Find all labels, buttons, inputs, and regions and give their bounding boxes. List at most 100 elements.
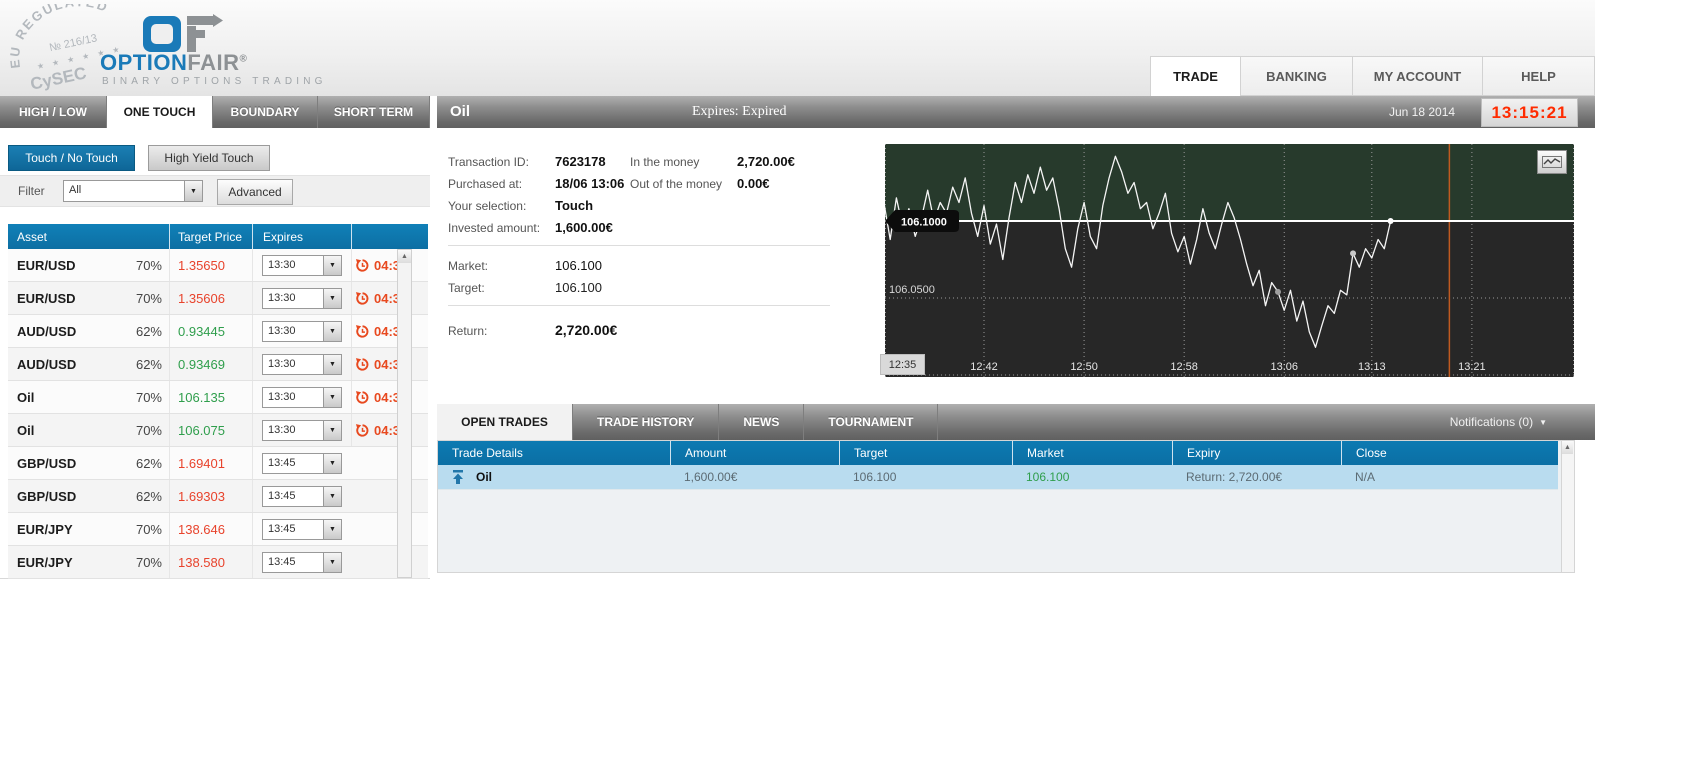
chevron-down-icon[interactable]: ▼: [184, 181, 202, 201]
target-price: 106.135: [178, 389, 225, 405]
countdown-clock-icon: [355, 390, 369, 404]
asset-row[interactable]: Oil 70% 106.075 13:30 ▼ 04:38: [8, 414, 428, 447]
logo-tagline: BINARY OPTIONS TRADING: [102, 76, 327, 87]
notifications-toggle[interactable]: Notifications (0) ▼: [1450, 404, 1595, 440]
countdown: 04:38: [351, 282, 428, 314]
chevron-down-icon[interactable]: ▼: [323, 552, 341, 572]
trade-asset: Oil: [476, 470, 493, 484]
target-price: 138.580: [178, 554, 225, 570]
selection-label: Your selection:: [448, 199, 527, 213]
target-price: 0.93445: [178, 323, 225, 339]
chevron-down-icon: ▼: [1539, 417, 1547, 427]
target-price: 1.35650: [178, 257, 225, 273]
current-date: Jun 18 2014: [1389, 105, 1456, 119]
high-yield-touch-button[interactable]: High Yield Touch: [148, 145, 270, 171]
asset-row[interactable]: GBP/USD 62% 1.69401 13:45 ▼: [8, 447, 428, 480]
line-chart-icon: [1542, 156, 1562, 168]
main-nav: TRADE BANKING MY ACCOUNT HELP: [1150, 56, 1595, 97]
touch-no-touch-button[interactable]: Touch / No Touch: [8, 145, 135, 171]
expiry-dropdown[interactable]: 13:45 ▼: [262, 551, 342, 573]
expiry-dropdown[interactable]: 13:45 ▼: [262, 518, 342, 540]
tab-tournament[interactable]: TOURNAMENT: [804, 404, 939, 440]
expiry-dropdown[interactable]: 13:30 ▼: [262, 353, 342, 375]
expiry-dropdown[interactable]: 13:45 ▼: [262, 485, 342, 507]
expiry-dropdown[interactable]: 13:30 ▼: [262, 287, 342, 309]
filter-label: Filter: [18, 184, 45, 198]
open-trades-header: Trade Details Amount Target Market Expir…: [438, 441, 1558, 465]
target-price: 1.69401: [178, 455, 225, 471]
tab-open-trades[interactable]: OPEN TRADES: [437, 404, 573, 440]
tab-short-term[interactable]: SHORT TERM: [318, 96, 430, 128]
nav-tab-trade[interactable]: TRADE: [1150, 56, 1240, 97]
asset-payout: 62%: [135, 323, 162, 339]
asset-payout: 62%: [135, 356, 162, 372]
target-value: 106.100: [555, 280, 602, 295]
nav-tab-banking[interactable]: BANKING: [1240, 56, 1352, 96]
chevron-down-icon[interactable]: ▼: [323, 387, 341, 407]
tab-trade-history[interactable]: TRADE HISTORY: [573, 404, 720, 440]
asset-row[interactable]: AUD/USD 62% 0.93469 13:30 ▼ 04:38: [8, 348, 428, 381]
chevron-down-icon[interactable]: ▼: [323, 486, 341, 506]
out-money-value: 0.00€: [737, 176, 770, 191]
trade-header-asset: Oil: [450, 103, 471, 120]
asset-name: GBP/USD: [17, 488, 77, 504]
asset-row[interactable]: EUR/JPY 70% 138.646 13:45 ▼: [8, 513, 428, 546]
expiry-dropdown[interactable]: 13:30 ▼: [262, 419, 342, 441]
nav-tab-help[interactable]: HELP: [1482, 56, 1595, 96]
open-trades-scrollbar[interactable]: ▲: [1561, 441, 1574, 572]
chevron-down-icon[interactable]: ▼: [323, 453, 341, 473]
countdown-clock-icon: [355, 423, 369, 437]
asset-payout: 70%: [135, 422, 162, 438]
asset-row[interactable]: Oil 70% 106.135 13:30 ▼ 04:38: [8, 381, 428, 414]
countdown-clock-icon: [355, 291, 369, 305]
asset-list-panel: Touch / No Touch High Yield Touch Filter…: [0, 128, 430, 579]
in-money-label: In the money: [630, 155, 700, 169]
asset-payout: 70%: [135, 257, 162, 273]
chevron-down-icon[interactable]: ▼: [323, 354, 341, 374]
chart-type-button[interactable]: [1537, 150, 1567, 174]
asset-row[interactable]: EUR/JPY 70% 138.580 13:45 ▼: [8, 546, 428, 579]
expiry-dropdown[interactable]: 13:30 ▼: [262, 320, 342, 342]
asset-payout: 70%: [135, 290, 162, 306]
trade-market: 106.100: [1026, 470, 1070, 484]
countdown-clock-icon: [355, 357, 369, 371]
divider: [448, 305, 830, 306]
chevron-down-icon[interactable]: ▼: [323, 519, 341, 539]
asset-row[interactable]: AUD/USD 62% 0.93445 13:30 ▼ 04:38: [8, 315, 428, 348]
asset-table-header: Asset Target Price Expires: [8, 224, 428, 249]
asset-name: EUR/USD: [17, 290, 76, 306]
transaction-id-label: Transaction ID:: [448, 155, 529, 169]
tab-high-low[interactable]: HIGH / LOW: [0, 96, 107, 128]
svg-text:13:06: 13:06: [1270, 361, 1298, 373]
svg-text:13:13: 13:13: [1358, 361, 1386, 373]
optionfair-app: EU REGULATED № 216/13 ★ ★ ★ ★ ★ ★ CySEC …: [0, 0, 1706, 778]
tab-one-touch[interactable]: ONE TOUCH: [107, 96, 213, 128]
nav-tab-my-account[interactable]: MY ACCOUNT: [1352, 56, 1482, 96]
open-trade-row[interactable]: Oil 1,600.00€ 106.100 106.100 Return: 2,…: [438, 465, 1558, 490]
chevron-down-icon[interactable]: ▼: [323, 420, 341, 440]
chevron-down-icon[interactable]: ▼: [323, 255, 341, 275]
expiry-dropdown[interactable]: 13:30 ▼: [262, 386, 342, 408]
scroll-up-icon[interactable]: ▲: [1562, 441, 1573, 454]
asset-row[interactable]: EUR/USD 70% 1.35650 13:30 ▼ 04:38: [8, 249, 428, 282]
chart-start-time: 12:35: [880, 354, 925, 375]
trade-expiry: Return: 2,720.00€: [1186, 470, 1283, 484]
expiry-dropdown[interactable]: 13:30 ▼: [262, 254, 342, 276]
asset-list-scrollbar[interactable]: ▲: [397, 249, 412, 578]
expiry-dropdown[interactable]: 13:45 ▼: [262, 452, 342, 474]
tab-news[interactable]: NEWS: [719, 404, 805, 440]
countdown-clock-icon: [355, 324, 369, 338]
filter-dropdown[interactable]: All ▼: [63, 180, 203, 202]
asset-row[interactable]: EUR/USD 70% 1.35606 13:30 ▼ 04:38: [8, 282, 428, 315]
tab-boundary[interactable]: BOUNDARY: [213, 96, 318, 128]
scroll-up-icon[interactable]: ▲: [398, 250, 411, 263]
asset-row[interactable]: GBP/USD 62% 1.69303 13:45 ▼: [8, 480, 428, 513]
countdown-clock-icon: [355, 258, 369, 272]
advanced-button[interactable]: Advanced: [217, 179, 293, 205]
trade-close: N/A: [1355, 470, 1376, 484]
return-value: 2,720.00€: [555, 322, 618, 338]
divider: [448, 245, 830, 246]
asset-name: Oil: [17, 389, 35, 405]
chevron-down-icon[interactable]: ▼: [323, 321, 341, 341]
chevron-down-icon[interactable]: ▼: [323, 288, 341, 308]
